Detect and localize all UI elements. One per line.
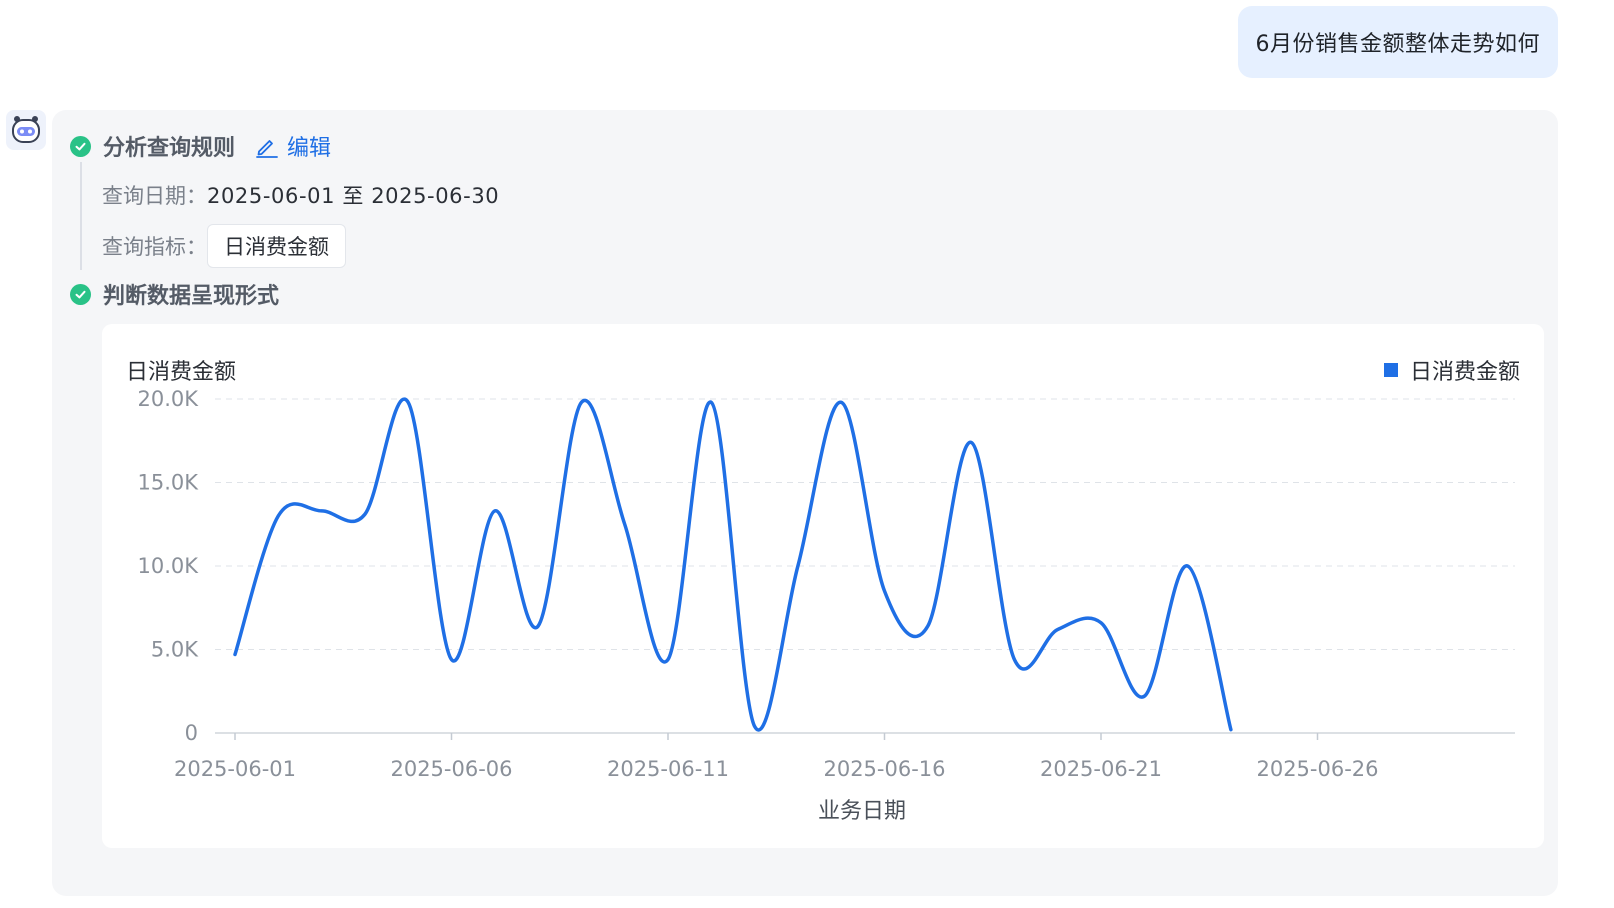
- edit-button[interactable]: 编辑: [255, 130, 331, 162]
- x-tick-label: 2025-06-26: [1256, 757, 1378, 781]
- pencil-icon: [256, 140, 278, 158]
- series-line: [233, 397, 1233, 732]
- step-title: 判断数据呈现形式: [103, 284, 280, 309]
- x-tick-label: 2025-06-06: [390, 757, 512, 781]
- y-tick-label: 0: [185, 721, 198, 745]
- check-circle-icon: [70, 283, 91, 305]
- x-axis-title: 业务日期: [818, 799, 906, 824]
- date-label: 查询日期：: [102, 184, 207, 208]
- step-title: 分析查询规则: [103, 136, 236, 161]
- check-circle-icon: [70, 135, 91, 157]
- y-tick-label: 5.0K: [151, 638, 199, 662]
- rule-divider: [80, 162, 82, 270]
- legend-swatch: [1383, 363, 1398, 377]
- user-message-bubble: 6月份销售金额整体走势如何: [1237, 6, 1558, 78]
- user-message-text: 6月份销售金额整体走势如何: [1255, 32, 1540, 57]
- metric-tag: 日消费金额: [207, 224, 346, 268]
- y-tick-label: 15.0K: [137, 471, 199, 495]
- metric-label: 查询指标：: [102, 235, 207, 259]
- x-tick-label: 2025-06-11: [607, 757, 729, 781]
- x-tick-label: 2025-06-01: [174, 757, 296, 781]
- chart-legend[interactable]: 日消费金额: [1383, 354, 1520, 386]
- date-value: 2025-06-01 至 2025-06-30: [207, 184, 500, 208]
- rule-metric-row: 查询指标： 日消费金额: [102, 224, 346, 268]
- x-tick-label: 2025-06-21: [1040, 757, 1162, 781]
- step-analyze-rules: 分析查询规则 编辑: [70, 130, 331, 162]
- y-axis-title: 日消费金额: [126, 360, 237, 385]
- bot-avatar: [6, 110, 46, 150]
- legend-label: 日消费金额: [1409, 360, 1520, 385]
- line-chart-card: 0 5.0K 10.0K 15.0K 20.0K 2025-06-01 2025-06-06…: [102, 324, 1544, 848]
- edit-label: 编辑: [287, 136, 332, 161]
- answer-card: 分析查询规则 编辑 查询日期： 2025-06-01 至 2025-06-30 …: [52, 110, 1558, 896]
- x-tick-label: 2025-06-16: [823, 757, 945, 781]
- robot-icon: [12, 116, 40, 143]
- rule-date-row: 查询日期： 2025-06-01 至 2025-06-30: [102, 180, 499, 210]
- line-chart: 0 5.0K 10.0K 15.0K 20.0K 2025-06-01 2025-06-06…: [137, 387, 1515, 824]
- y-tick-label: 20.0K: [137, 387, 199, 411]
- step-choose-presentation: 判断数据呈现形式: [70, 278, 279, 310]
- y-tick-label: 10.0K: [137, 554, 199, 578]
